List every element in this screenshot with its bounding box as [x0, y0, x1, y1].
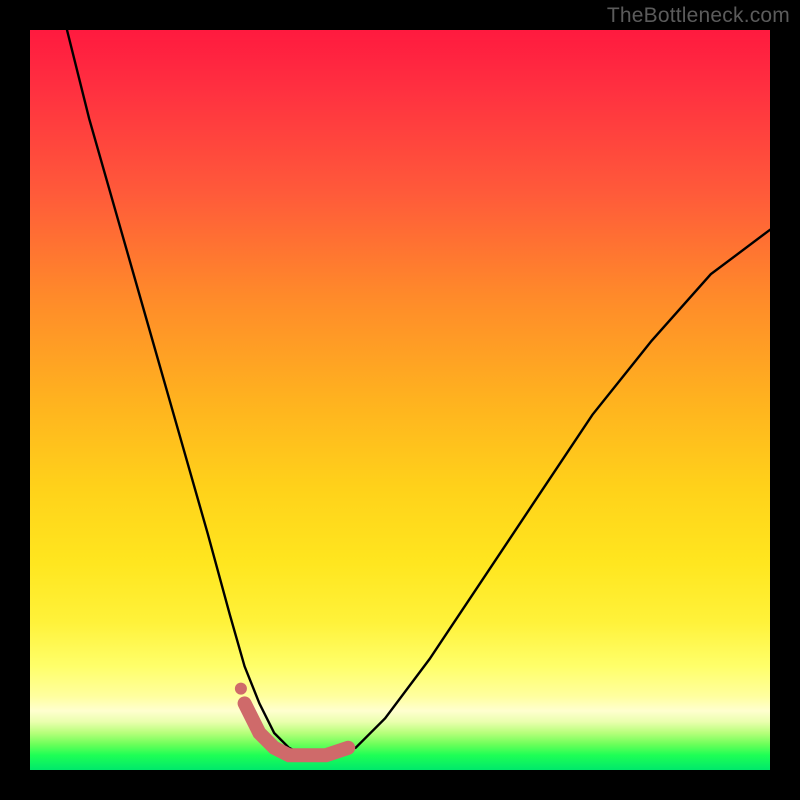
plot-area: [30, 30, 770, 770]
main-curve: [67, 30, 770, 755]
chart-frame: TheBottleneck.com: [0, 0, 800, 800]
watermark-text: TheBottleneck.com: [607, 4, 790, 28]
curve-layer: [30, 30, 770, 770]
highlight-segment: [245, 703, 349, 755]
highlight-dot: [235, 683, 247, 695]
